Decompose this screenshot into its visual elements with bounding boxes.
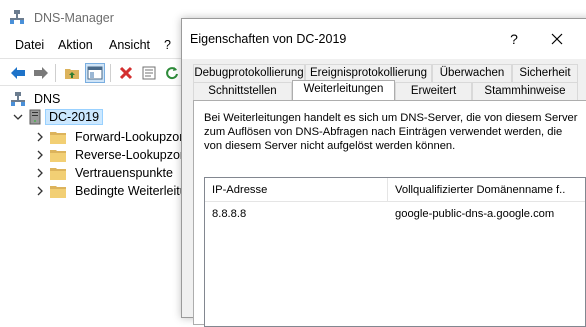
- toolbar-separator: [110, 64, 111, 82]
- tree-label-trust-points: Vertrauenspunkte: [75, 166, 173, 180]
- close-button[interactable]: [546, 28, 568, 50]
- tree-item-trust-points[interactable]: Vertrauenspunkte: [34, 164, 178, 182]
- menu-help[interactable]: ?: [164, 38, 171, 52]
- show-hide-console-tree-icon[interactable]: [85, 63, 105, 83]
- table-row[interactable]: 8.8.8.8 google-public-dns-a.google.com: [205, 208, 585, 226]
- tree-item-forward-lookup[interactable]: Forward-Lookupzonen: [34, 128, 205, 146]
- chevron-down-icon[interactable]: [12, 111, 24, 123]
- forwarders-panel: Bei Weiterleitungen handelt es sich um D…: [193, 100, 586, 327]
- column-header-fqdn[interactable]: Vollqualifizierter Domänenname f...: [395, 184, 565, 196]
- back-arrow-icon[interactable]: [8, 63, 28, 83]
- tree-item-dns[interactable]: DNS: [10, 90, 65, 108]
- menu-datei[interactable]: Datei: [15, 38, 44, 52]
- dialog-titlebar: Eigenschaften von DC-2019 ?: [182, 19, 586, 59]
- server-icon: [28, 109, 42, 125]
- dialog-title: Eigenschaften von DC-2019: [190, 32, 347, 46]
- forwarders-description: Bei Weiterleitungen handelt es sich um D…: [204, 112, 578, 152]
- chevron-right-icon[interactable]: [34, 185, 46, 197]
- app-title: DNS-Manager: [34, 11, 114, 25]
- tab-monitoring[interactable]: Überwachen: [432, 64, 512, 82]
- list-header: IP-Adresse Vollqualifizierter Domänennam…: [205, 178, 585, 202]
- cell-ip: 8.8.8.8: [212, 208, 247, 220]
- properties-dialog: Eigenschaften von DC-2019 ? Debugprotoko…: [181, 18, 586, 327]
- tab-debug-logging[interactable]: Debugprotokollierung: [193, 64, 305, 82]
- column-header-ip[interactable]: IP-Adresse: [212, 184, 382, 196]
- forward-arrow-icon[interactable]: [31, 63, 51, 83]
- tree-label-server: DC-2019: [45, 109, 104, 125]
- forwarders-list[interactable]: IP-Adresse Vollqualifizierter Domänennam…: [204, 177, 586, 327]
- folder-icon: [50, 131, 66, 144]
- menu-ansicht[interactable]: Ansicht: [109, 38, 150, 52]
- tab-advanced[interactable]: Erweitert: [395, 82, 472, 100]
- help-button[interactable]: ?: [504, 29, 524, 49]
- folder-up-icon[interactable]: [62, 63, 82, 83]
- menu-aktion[interactable]: Aktion: [58, 38, 93, 52]
- tab-forwarders[interactable]: Weiterleitungen: [292, 80, 395, 100]
- chevron-right-icon[interactable]: [34, 149, 46, 161]
- refresh-icon[interactable]: [162, 63, 182, 83]
- properties-icon[interactable]: [139, 63, 159, 83]
- chevron-right-icon[interactable]: [34, 131, 46, 143]
- tab-interfaces[interactable]: Schnittstellen: [193, 82, 292, 100]
- tree-item-reverse-lookup[interactable]: Reverse-Lookupzonen: [34, 146, 206, 164]
- dns-app-icon: [9, 9, 25, 25]
- tab-security[interactable]: Sicherheit: [512, 64, 578, 82]
- dns-icon: [10, 91, 26, 107]
- tab-root-hints[interactable]: Stammhinweise: [472, 82, 578, 100]
- delete-icon[interactable]: [116, 63, 136, 83]
- folder-icon: [50, 167, 66, 180]
- tree-label-dns: DNS: [34, 92, 61, 106]
- tree-item-server[interactable]: DC-2019: [12, 108, 104, 126]
- tab-row-2: Schnittstellen Weiterleitungen Erweitert…: [193, 80, 583, 100]
- folder-icon: [50, 149, 66, 162]
- close-icon: [551, 33, 563, 45]
- console-tree: DNS DC-2019 Forward-Lookupzonen Reverse-…: [0, 88, 214, 306]
- column-divider[interactable]: [387, 178, 388, 202]
- chevron-right-icon[interactable]: [34, 167, 46, 179]
- toolbar-separator: [55, 64, 56, 82]
- cell-fqdn: google-public-dns-a.google.com: [395, 208, 555, 220]
- folder-icon: [50, 185, 66, 198]
